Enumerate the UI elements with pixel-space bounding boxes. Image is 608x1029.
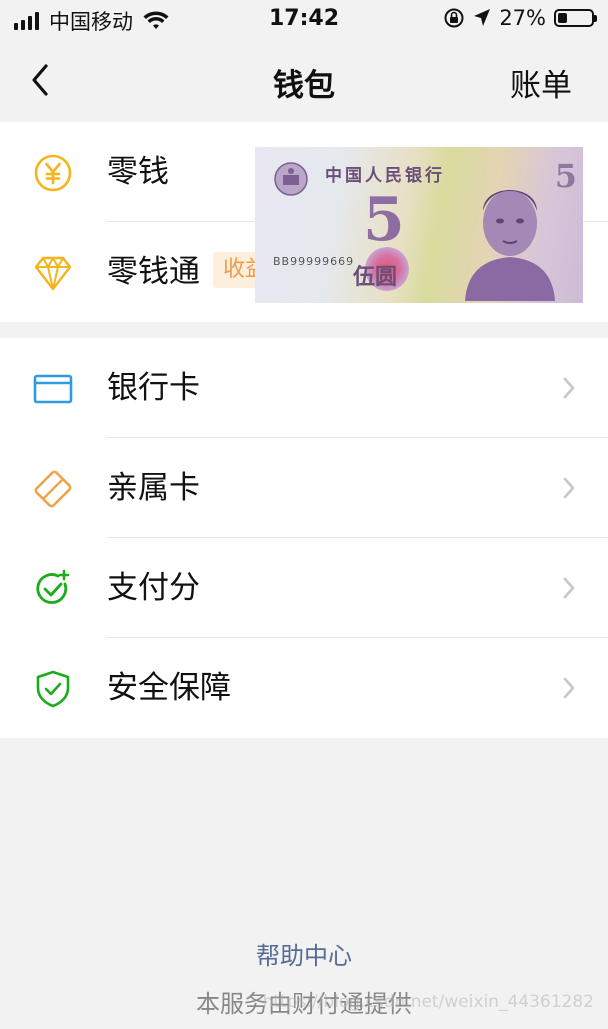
watermark: https://blog.csdn.net/weixin_44361282 [262, 992, 594, 1012]
list-item-label: 安全保障 [107, 670, 231, 706]
list-item-label: 银行卡 [107, 370, 200, 406]
national-emblem-icon [274, 162, 308, 196]
status-bar: 中国移动 17:42 27% [0, 0, 608, 40]
list-item-label: 零钱通 [107, 254, 200, 290]
chevron-right-icon [563, 577, 575, 599]
family-card-icon [34, 470, 72, 508]
shield-check-icon [36, 670, 70, 708]
bank-card-icon [33, 374, 73, 404]
help-center-link[interactable]: 帮助中心 [0, 936, 608, 971]
list-item-label: 亲属卡 [107, 470, 200, 506]
battery-percent: 27% [499, 6, 546, 30]
banknote-header: 中国人民银行 [325, 166, 445, 186]
battery-fill [558, 13, 567, 23]
chevron-right-icon [563, 477, 575, 499]
banknote-denomination-text: 伍圆 [353, 264, 398, 290]
list-item-security[interactable]: 安全保障 [0, 638, 608, 738]
banknote-image: 中国人民银行 5 5 BB99999669 伍圆 [255, 147, 583, 303]
list-item-pay-score[interactable]: 支付分 [0, 538, 608, 638]
location-icon [474, 9, 491, 26]
list-item-label: 零钱 [107, 154, 169, 190]
portrait-illustration [465, 190, 555, 301]
pay-score-icon [36, 569, 70, 604]
banknote-denomination: 5 [363, 185, 405, 255]
chevron-right-icon [563, 677, 575, 699]
list-item-bank-card[interactable]: 银行卡 [0, 338, 608, 438]
orientation-lock-icon [444, 8, 464, 28]
services-section: 银行卡 亲属卡 支付分 安全保障 [0, 338, 608, 738]
yuan-coin-icon [34, 154, 72, 192]
chevron-right-icon [563, 377, 575, 399]
list-item-family-card[interactable]: 亲属卡 [0, 438, 608, 538]
bill-button[interactable]: 账单 [510, 60, 572, 105]
status-right: 27% [443, 6, 597, 30]
nav-bar: 钱包 账单 [0, 40, 608, 122]
banknote-serial: BB99999669 [273, 255, 355, 268]
battery-icon [554, 9, 597, 27]
diamond-icon [34, 256, 72, 291]
wallet-screen: 中国移动 17:42 27% 钱包 账单 零钱 零钱通 收益 中国人民银行 5 … [0, 0, 608, 1029]
list-item-label: 支付分 [107, 570, 200, 606]
